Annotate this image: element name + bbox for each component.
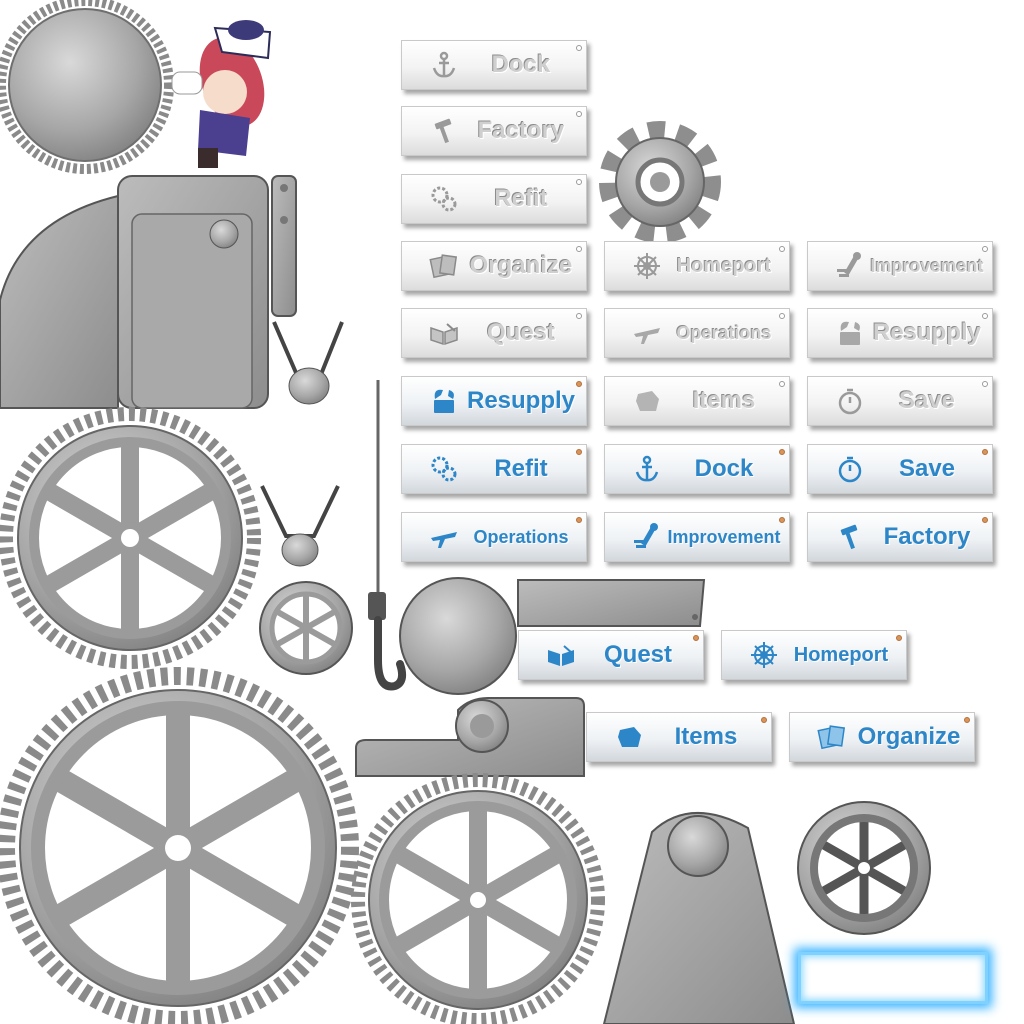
hammer-icon — [830, 521, 870, 553]
organize-button-active[interactable]: Organize — [789, 712, 975, 762]
bag-icon — [627, 385, 667, 417]
button-label: Items — [674, 723, 738, 750]
button-label: Save — [898, 387, 956, 414]
cards-icon — [812, 721, 852, 753]
save-button-idle[interactable]: Save — [807, 376, 993, 426]
refit-button-active[interactable]: Refit — [401, 444, 587, 494]
metal-housing — [0, 175, 344, 409]
open-book-icon — [424, 317, 464, 349]
wrench-icon — [627, 521, 667, 553]
homeport-button-idle[interactable]: Homeport — [604, 241, 790, 291]
open-book-icon — [541, 639, 581, 671]
stopwatch-icon — [830, 385, 870, 417]
button-label: Resupply — [872, 319, 982, 346]
items-button-idle[interactable]: Items — [604, 376, 790, 426]
chibi-character — [171, 20, 272, 168]
plane-icon — [424, 521, 464, 553]
button-label: Improvement — [667, 526, 781, 547]
dock-button-active[interactable]: Dock — [604, 444, 790, 494]
operations-button-idle[interactable]: Operations — [604, 308, 790, 358]
button-label: Save — [898, 455, 956, 482]
metal-bracket — [355, 697, 585, 777]
button-label: Resupply — [466, 387, 576, 414]
button-label: Items — [692, 387, 756, 414]
improvement-button-idle[interactable]: Improvement — [807, 241, 993, 291]
supply-box-icon — [424, 385, 464, 417]
round-plate — [399, 577, 517, 695]
button-label: Dock — [491, 51, 551, 78]
supply-box-icon — [830, 317, 870, 349]
refit-button-idle[interactable]: Refit — [401, 174, 587, 224]
factory-button-active[interactable]: Factory — [807, 512, 993, 562]
button-label: Operations — [676, 322, 772, 343]
items-button-active[interactable]: Items — [586, 712, 772, 762]
button-label: Quest — [486, 319, 555, 346]
bag-icon — [609, 721, 649, 753]
hammer-icon — [424, 115, 464, 147]
highlight-frame — [798, 952, 988, 1004]
improvement-button-active[interactable]: Improvement — [604, 512, 790, 562]
large-gear-bottom-left — [0, 667, 359, 1024]
large-gear-top-left — [0, 407, 261, 669]
button-label: Improvement — [870, 255, 984, 276]
button-label: Quest — [603, 641, 672, 668]
button-label: Organize — [469, 252, 573, 279]
small-solid-gear — [0, 0, 174, 174]
metal-tower — [602, 811, 796, 1024]
button-label: Homeport — [793, 643, 889, 666]
anchor-icon — [627, 453, 667, 485]
button-label: Refit — [494, 455, 548, 482]
stopwatch-icon — [830, 453, 870, 485]
anchor-icon — [424, 49, 464, 81]
button-label: Dock — [694, 455, 754, 482]
homeport-button-active[interactable]: Homeport — [721, 630, 907, 680]
resupply-button-active[interactable]: Resupply — [401, 376, 587, 426]
cog-wheel — [599, 121, 721, 243]
gears-icon — [424, 183, 464, 215]
button-label: Organize — [857, 723, 961, 750]
quest-button-idle[interactable]: Quest — [401, 308, 587, 358]
organize-button-idle[interactable]: Organize — [401, 241, 587, 291]
dock-button-idle[interactable]: Dock — [401, 40, 587, 90]
small-wheel — [797, 801, 931, 935]
operations-button-active[interactable]: Operations — [401, 512, 587, 562]
plane-icon — [627, 317, 667, 349]
pendulum — [259, 485, 353, 675]
crane-hook — [368, 380, 407, 691]
wrench-icon — [830, 250, 870, 282]
quest-button-active[interactable]: Quest — [518, 630, 704, 680]
factory-button-idle[interactable]: Factory — [401, 106, 587, 156]
button-label: Factory — [883, 523, 971, 550]
ship-wheel-icon — [744, 639, 784, 671]
cards-icon — [424, 250, 464, 282]
resupply-button-idle[interactable]: Resupply — [807, 308, 993, 358]
button-label: Factory — [477, 117, 565, 144]
metal-bar — [517, 579, 706, 627]
medium-gear-bottom — [351, 773, 605, 1024]
gears-icon — [424, 453, 464, 485]
button-label: Operations — [473, 526, 569, 547]
button-label: Refit — [494, 185, 548, 212]
save-button-active[interactable]: Save — [807, 444, 993, 494]
button-label: Homeport — [676, 254, 772, 277]
ship-wheel-icon — [627, 250, 667, 282]
